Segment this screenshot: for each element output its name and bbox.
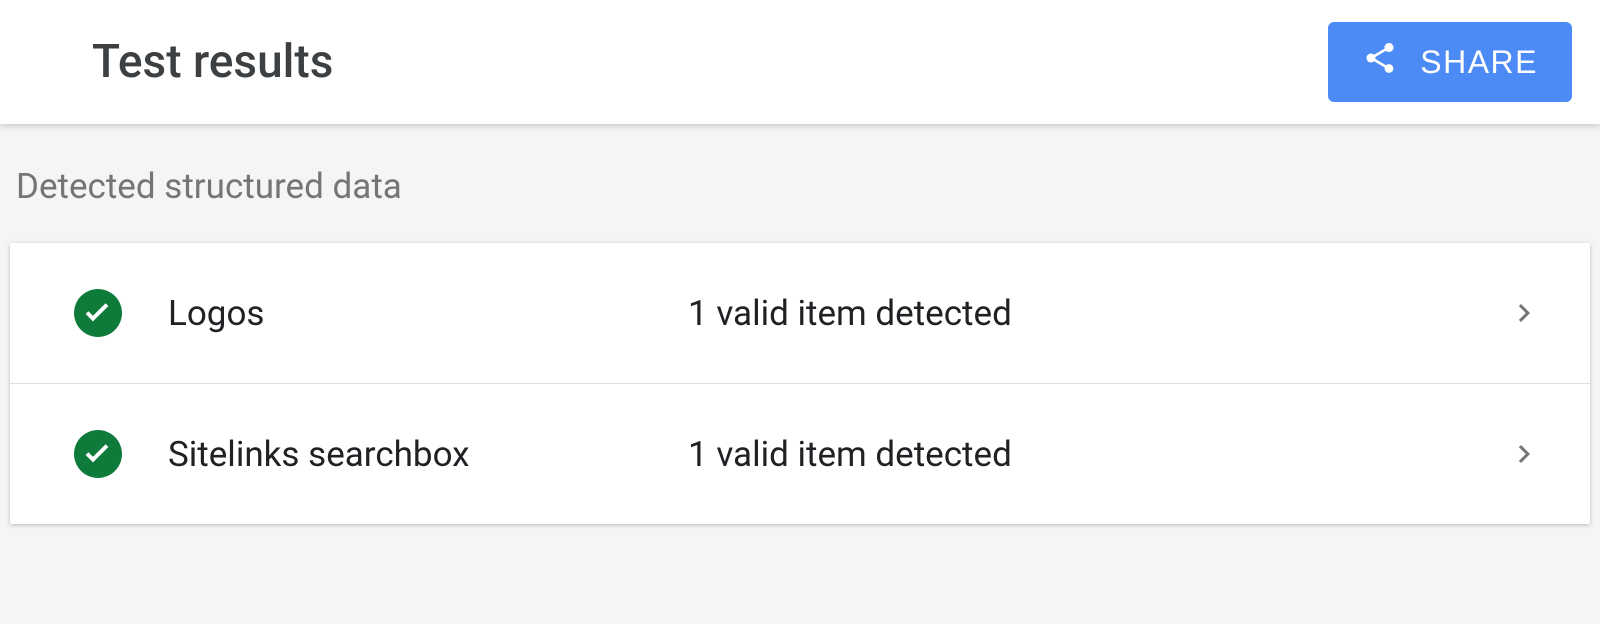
page-title: Test results <box>92 35 333 89</box>
section-label: Detected structured data <box>10 154 1590 243</box>
result-row-status: 1 valid item detected <box>688 434 1506 475</box>
share-icon <box>1362 40 1420 84</box>
result-row-sitelinks-searchbox[interactable]: Sitelinks searchbox 1 valid item detecte… <box>10 384 1590 524</box>
result-row-status: 1 valid item detected <box>688 293 1506 334</box>
share-button[interactable]: SHARE <box>1328 22 1572 102</box>
check-circle-icon <box>74 289 122 337</box>
result-row-name: Logos <box>168 293 688 334</box>
content-area: Detected structured data Logos 1 valid i… <box>0 124 1600 624</box>
share-button-label: SHARE <box>1420 44 1538 81</box>
check-circle-icon <box>74 430 122 478</box>
result-row-logos[interactable]: Logos 1 valid item detected <box>10 243 1590 384</box>
chevron-right-icon <box>1506 295 1542 331</box>
header: Test results SHARE <box>0 0 1600 124</box>
result-row-name: Sitelinks searchbox <box>168 434 688 475</box>
results-card: Logos 1 valid item detected Sitelinks se… <box>10 243 1590 524</box>
chevron-right-icon <box>1506 436 1542 472</box>
